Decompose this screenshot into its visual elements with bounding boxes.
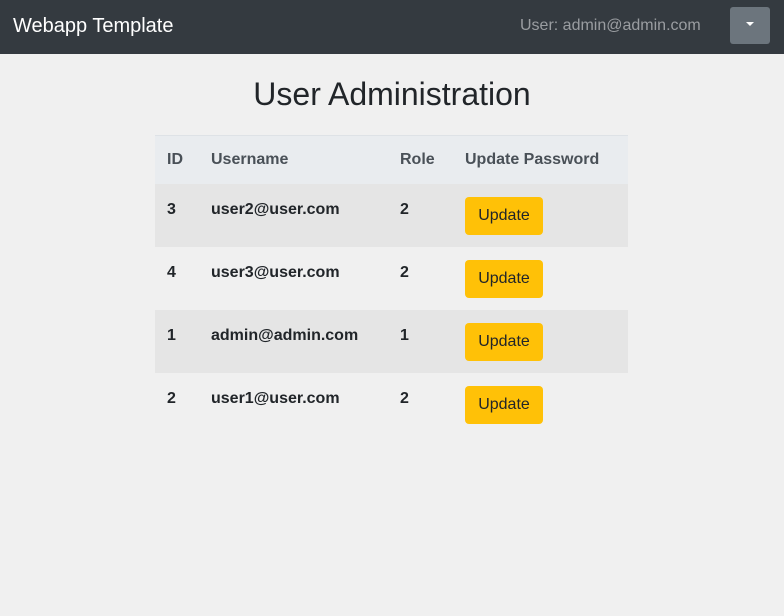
cell-action: Update bbox=[453, 373, 628, 436]
update-password-button[interactable]: Update bbox=[465, 197, 543, 235]
cell-action: Update bbox=[453, 310, 628, 373]
header-id: ID bbox=[155, 135, 199, 184]
header-username: Username bbox=[199, 135, 388, 184]
cell-role: 1 bbox=[388, 310, 453, 373]
brand-link[interactable]: Webapp Template bbox=[13, 14, 173, 38]
cell-id: 2 bbox=[155, 373, 199, 436]
update-password-button[interactable]: Update bbox=[465, 323, 543, 361]
table-row: 3 user2@user.com 2 Update bbox=[155, 184, 628, 247]
cell-id: 1 bbox=[155, 310, 199, 373]
table-row: 1 admin@admin.com 1 Update bbox=[155, 310, 628, 373]
header-role: Role bbox=[388, 135, 453, 184]
cell-role: 2 bbox=[388, 184, 453, 247]
user-menu-dropdown-button[interactable] bbox=[730, 7, 770, 44]
cell-role: 2 bbox=[388, 247, 453, 310]
table-row: 2 user1@user.com 2 Update bbox=[155, 373, 628, 436]
cell-action: Update bbox=[453, 247, 628, 310]
cell-action: Update bbox=[453, 184, 628, 247]
update-password-button[interactable]: Update bbox=[465, 260, 543, 298]
current-user-label: User: admin@admin.com bbox=[520, 17, 701, 34]
update-password-button[interactable]: Update bbox=[465, 386, 543, 424]
cell-username: user2@user.com bbox=[199, 184, 388, 247]
cell-username: user1@user.com bbox=[199, 373, 388, 436]
cell-username: admin@admin.com bbox=[199, 310, 388, 373]
cell-id: 4 bbox=[155, 247, 199, 310]
table-row: 4 user3@user.com 2 Update bbox=[155, 247, 628, 310]
page-title: User Administration bbox=[253, 76, 531, 112]
top-navbar: Webapp Template User: admin@admin.com bbox=[0, 0, 784, 54]
user-table: ID Username Role Update Password 3 user2… bbox=[155, 135, 628, 436]
header-update-password: Update Password bbox=[453, 135, 628, 184]
cell-id: 3 bbox=[155, 184, 199, 247]
caret-down-icon bbox=[746, 22, 754, 26]
cell-role: 2 bbox=[388, 373, 453, 436]
table-header-row: ID Username Role Update Password bbox=[155, 135, 628, 184]
cell-username: user3@user.com bbox=[199, 247, 388, 310]
